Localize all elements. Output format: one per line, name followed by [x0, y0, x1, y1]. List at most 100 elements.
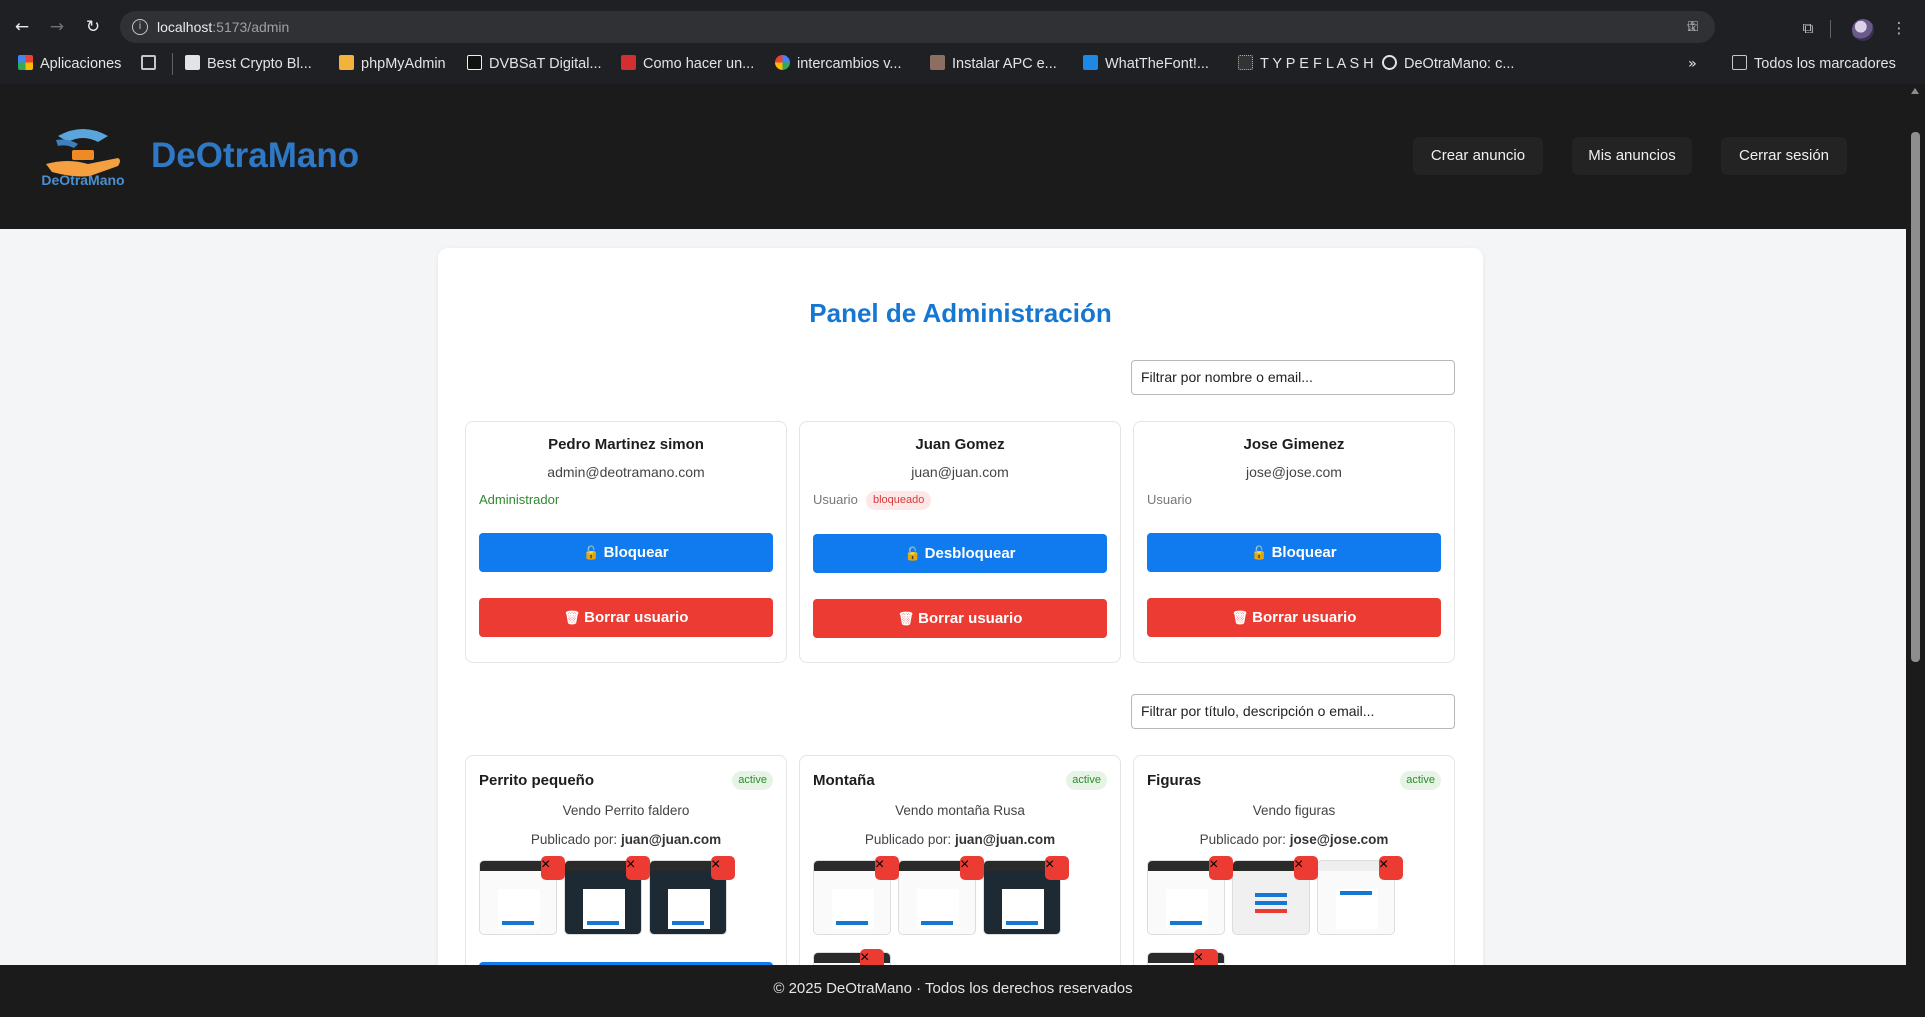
- ad-publisher: Publicado por: juan@juan.com: [800, 832, 1120, 847]
- bookmark-phpmyadmin[interactable]: phpMyAdmin: [339, 54, 446, 74]
- lock-icon: 🔓: [583, 546, 600, 561]
- lock-icon: 🔓: [1251, 546, 1268, 561]
- button-label: Borrar usuario: [584, 609, 689, 626]
- publisher-prefix: Publicado por:: [1199, 832, 1286, 847]
- back-arrow-icon[interactable]: ←: [10, 15, 34, 39]
- forward-arrow-icon[interactable]: →: [45, 15, 69, 39]
- profile-avatar[interactable]: [1852, 19, 1874, 41]
- ad-description: Vendo figuras: [1252, 803, 1336, 818]
- menu-kebab-icon[interactable]: ⋮: [1888, 17, 1910, 39]
- delete-user-button[interactable]: 🗑 Borrar usuario: [1147, 598, 1441, 637]
- remove-image-icon[interactable]: ×: [1294, 856, 1318, 880]
- ad-filter-input[interactable]: Filtrar por título, descripción o email.…: [1131, 694, 1455, 729]
- remove-image-icon[interactable]: ×: [875, 856, 899, 880]
- remove-image-icon[interactable]: ×: [1045, 856, 1069, 880]
- bookmark-instalar-apc[interactable]: Instalar APC e...: [930, 54, 1057, 74]
- url-row: ← → ↻ i localhost:5173/admin ⚿ ☆ ⧉ ⋮: [0, 6, 1925, 48]
- more-bookmarks-chevron-icon[interactable]: »: [1688, 54, 1697, 74]
- scroll-up-arrow-icon[interactable]: [1911, 88, 1919, 94]
- lock-icon: 🔓: [904, 547, 921, 562]
- browser-toolbar: ← → ↻ i localhost:5173/admin ⚿ ☆ ⧉ ⋮ Apl…: [0, 0, 1925, 84]
- delete-user-button[interactable]: 🗑 Borrar usuario: [813, 599, 1107, 638]
- block-user-button[interactable]: 🔓 Bloquear: [1147, 533, 1441, 572]
- status-badge: active: [1400, 771, 1441, 790]
- ad-description: Vendo montaña Rusa: [895, 803, 1025, 818]
- remove-image-icon[interactable]: ×: [1209, 856, 1233, 880]
- status-badge: bloqueado: [866, 491, 932, 510]
- user-email: juan@juan.com: [911, 464, 1009, 480]
- button-label: Borrar usuario: [1252, 609, 1357, 626]
- phpmyadmin-favicon: [339, 55, 354, 70]
- dvbsat-favicon: [467, 55, 482, 70]
- bookmark-deotramano[interactable]: DeOtraMano: c...: [1382, 54, 1514, 74]
- create-ad-button[interactable]: Crear anuncio: [1413, 137, 1543, 175]
- reload-icon[interactable]: ↻: [81, 15, 105, 39]
- block-user-button[interactable]: 🔓 Bloquear: [479, 533, 773, 572]
- app-header: DeOtraMano DeOtraMano Crear anuncio Mis …: [0, 84, 1906, 229]
- bookmark-apps[interactable]: Aplicaciones: [18, 54, 121, 74]
- bookmarks-bar: Aplicaciones Best Crypto Bl... phpMyAdmi…: [0, 50, 1925, 78]
- bookmark-intercambios[interactable]: intercambios v...: [775, 54, 902, 74]
- ad-title: Perrito pequeño: [479, 772, 595, 789]
- user-name: Pedro Martinez simon: [548, 436, 704, 453]
- globe-favicon: [1382, 55, 1397, 70]
- remove-image-icon[interactable]: ×: [626, 856, 650, 880]
- apps-grid-icon: [18, 55, 33, 70]
- remove-image-icon[interactable]: ×: [711, 856, 735, 880]
- footer: © 2025 DeOtraMano · Todos los derechos r…: [0, 965, 1906, 1017]
- bookmarks-divider: [172, 53, 173, 75]
- wt-favicon: [621, 55, 636, 70]
- delete-user-button[interactable]: 🗑 Borrar usuario: [479, 598, 773, 637]
- scrollbar-thumb[interactable]: [1911, 132, 1920, 662]
- publisher-email: jose@jose.com: [1289, 832, 1389, 847]
- status-badge: active: [1066, 771, 1107, 790]
- trash-icon: 🗑: [1231, 611, 1249, 626]
- remove-image-icon[interactable]: ×: [541, 856, 565, 880]
- publisher-email: juan@juan.com: [954, 832, 1056, 847]
- ad-title: Figuras: [1147, 772, 1202, 789]
- bookmark-crypto[interactable]: Best Crypto Bl...: [185, 54, 312, 74]
- site-info-icon[interactable]: i: [132, 19, 148, 35]
- trash-icon: 🗑: [897, 612, 915, 627]
- apc-favicon: [930, 55, 945, 70]
- page-title: Panel de Administración: [809, 298, 1112, 328]
- logout-button[interactable]: Cerrar sesión: [1721, 137, 1847, 175]
- typeflash-favicon: [1238, 55, 1253, 70]
- toolbar-divider: [1830, 20, 1831, 38]
- all-bookmarks-folder[interactable]: Todos los marcadores: [1732, 54, 1896, 74]
- bookmark-typeflash[interactable]: T Y P E F L A S H: [1238, 54, 1374, 74]
- url-text[interactable]: localhost:5173/admin: [157, 19, 289, 35]
- publisher-prefix: Publicado por:: [530, 832, 618, 847]
- scrollbar[interactable]: [1906, 84, 1925, 1017]
- address-bar[interactable]: i localhost:5173/admin ⚿ ☆: [120, 11, 1715, 43]
- user-role: Usuario: [813, 492, 858, 507]
- button-label: Bloquear: [1271, 544, 1337, 561]
- button-label: Borrar usuario: [918, 610, 1023, 627]
- bookmark-star-icon[interactable]: ☆: [1683, 18, 1701, 36]
- ad-publisher: Publicado por: jose@jose.com: [1134, 832, 1454, 847]
- user-name: Jose Gimenez: [1243, 436, 1345, 453]
- user-card: Jose Gimenez jose@jose.com Usuario 🔓 Bloq…: [1133, 421, 1455, 663]
- user-email: admin@deotramano.com: [547, 464, 705, 480]
- extensions-icon[interactable]: ⧉: [1797, 17, 1819, 39]
- ad-publisher: Publicado por: juan@juan.com: [466, 832, 786, 847]
- logo-text: DeOtraMano: [41, 172, 125, 188]
- remove-image-icon[interactable]: ×: [960, 856, 984, 880]
- unblock-user-button[interactable]: 🔓 Desbloquear: [813, 534, 1107, 573]
- bookmark-como-hacer[interactable]: Como hacer un...: [621, 54, 754, 74]
- brand-name[interactable]: DeOtraMano: [151, 136, 359, 176]
- whatthefont-favicon: [1083, 55, 1098, 70]
- remove-image-icon[interactable]: ×: [1379, 856, 1403, 880]
- my-ads-button[interactable]: Mis anuncios: [1572, 137, 1692, 175]
- user-filter-input[interactable]: Filtrar por nombre o email...: [1131, 360, 1455, 395]
- user-role: Usuario: [1147, 492, 1192, 507]
- bookmark-dvbsat[interactable]: DVBSaT Digital...: [467, 54, 602, 74]
- user-card: Juan Gomez juan@juan.com Usuario bloquea…: [799, 421, 1121, 663]
- bookmark-whatthefont[interactable]: WhatTheFont!...: [1083, 54, 1209, 74]
- user-role: Administrador: [479, 492, 560, 507]
- publisher-prefix: Publicado por:: [864, 832, 952, 847]
- ad-title: Montaña: [813, 772, 875, 789]
- crypto-favicon: [185, 55, 200, 70]
- ad-description: Vendo Perrito faldero: [562, 803, 690, 818]
- tab-groups-icon[interactable]: [141, 54, 163, 74]
